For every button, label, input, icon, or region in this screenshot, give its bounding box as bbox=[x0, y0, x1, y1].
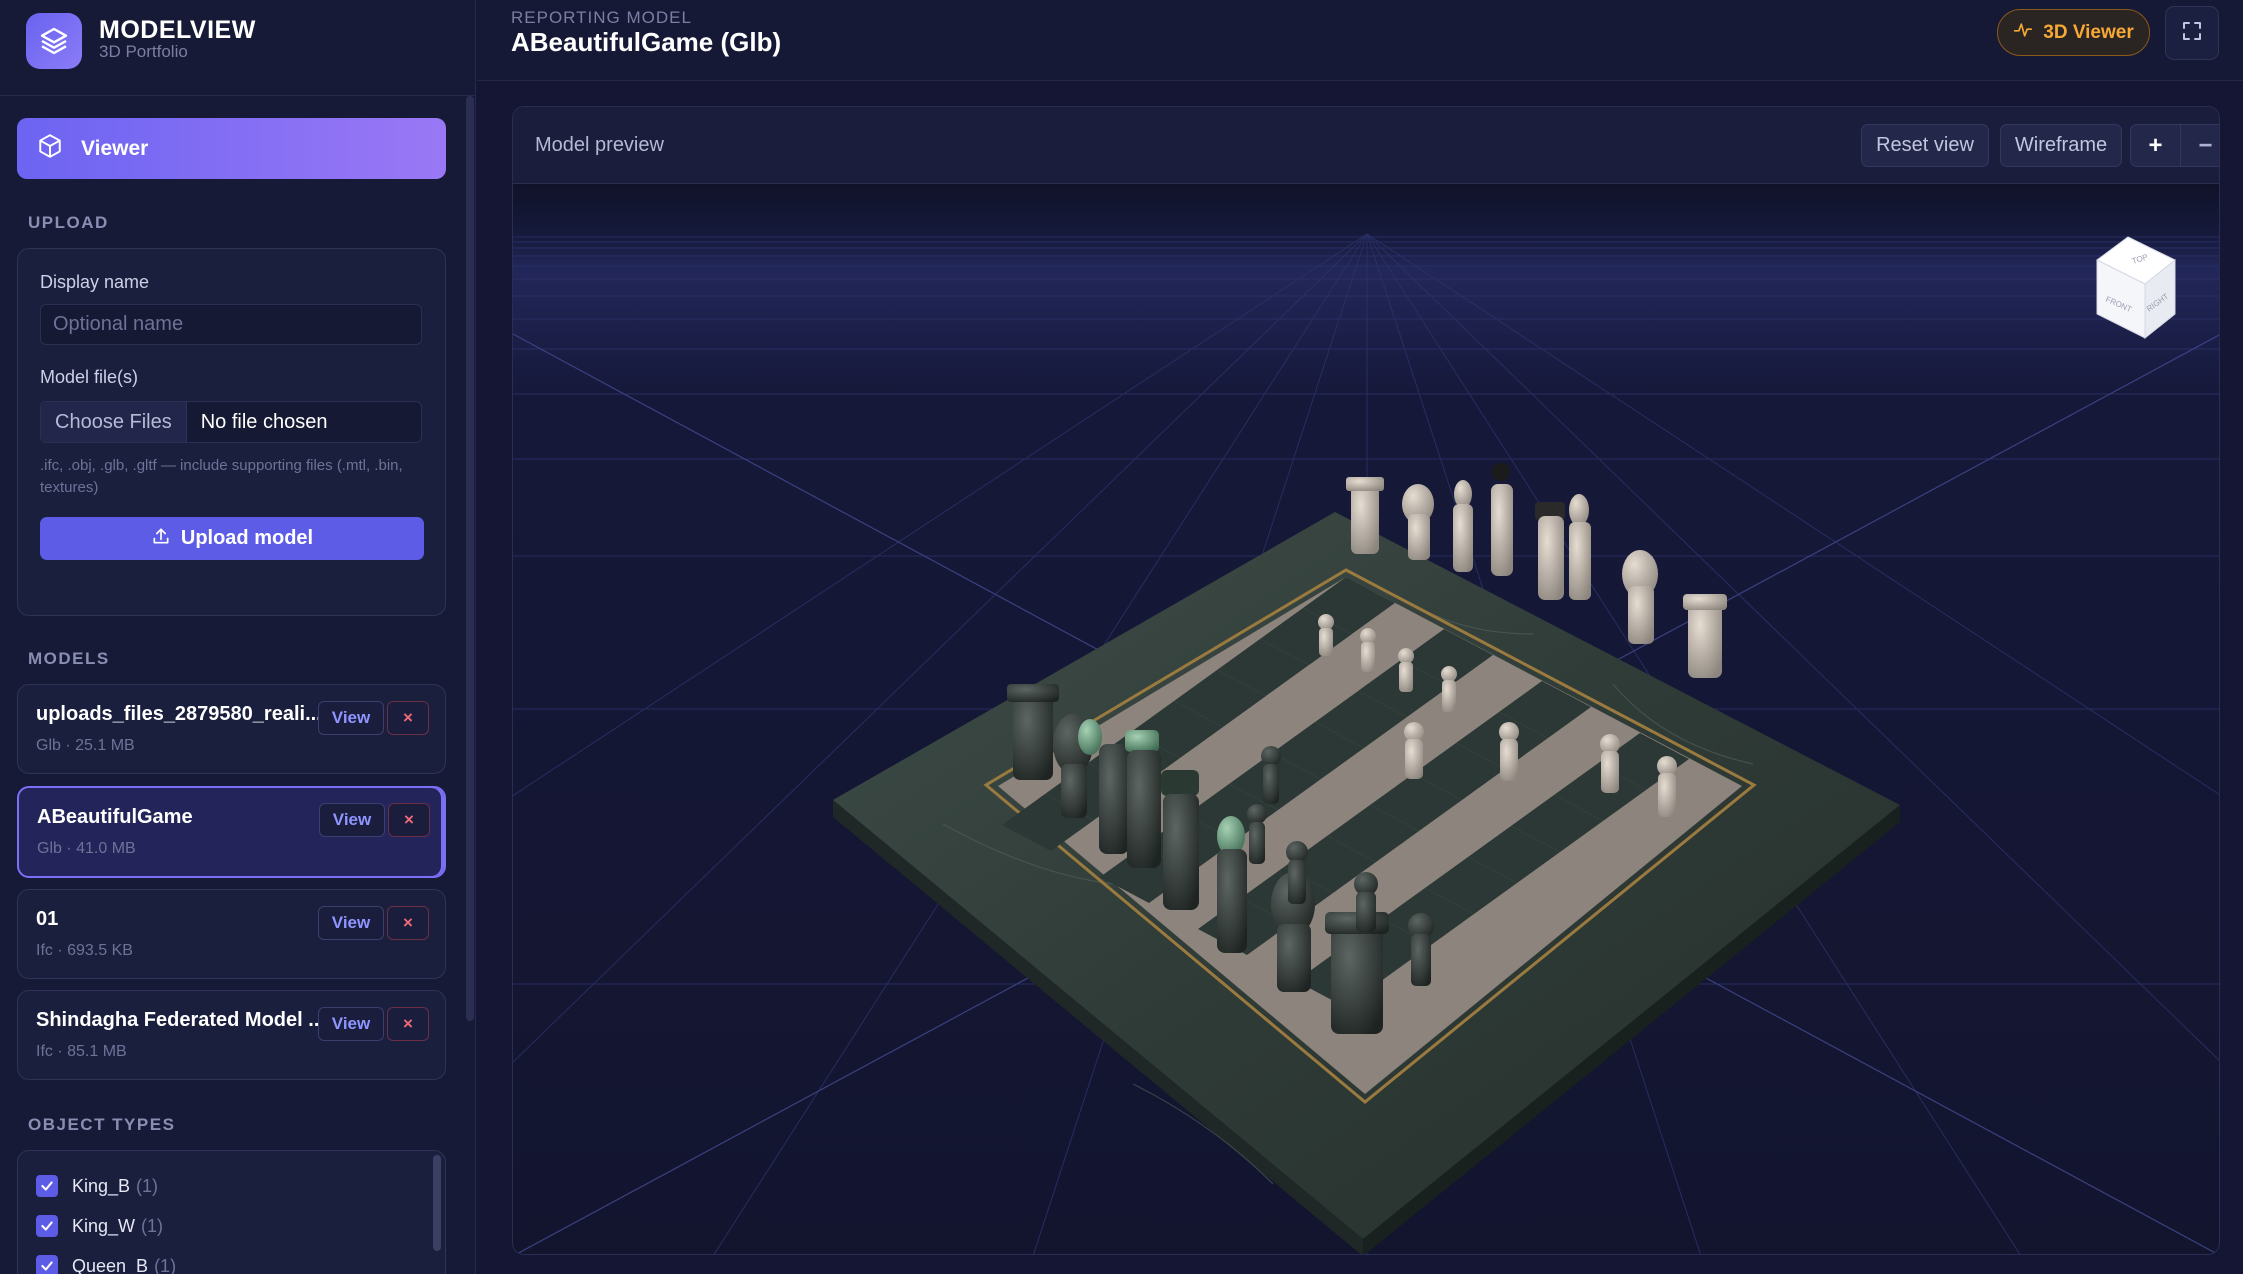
preview-toolbar: Model preview Reset view Wireframe + − bbox=[513, 107, 2219, 184]
view-model-button[interactable]: View bbox=[318, 701, 384, 735]
model-meta: Glb · 41.0 MB bbox=[37, 840, 136, 857]
object-type-count: (1) bbox=[154, 1255, 177, 1274]
object-type-row[interactable]: Queen_B (1) bbox=[36, 1255, 176, 1274]
model-name: Shindagha Federated Model ... bbox=[36, 1009, 325, 1031]
reset-view-button[interactable]: Reset view bbox=[1861, 124, 1989, 167]
sidebar: MODELVIEW 3D Portfolio Viewer UPLOAD Dis… bbox=[0, 0, 476, 1274]
model-meta: Ifc · 85.1 MB bbox=[36, 1043, 127, 1060]
upload-section-label: UPLOAD bbox=[28, 213, 109, 232]
top-bar: REPORTING MODEL ABeautifulGame (Glb) 3D … bbox=[477, 0, 2243, 81]
activity-icon bbox=[2013, 20, 2033, 46]
nav-viewer-button[interactable]: Viewer bbox=[17, 118, 446, 179]
nav-viewer-label: Viewer bbox=[81, 136, 149, 160]
model-name: 01 bbox=[36, 908, 59, 930]
upload-model-label: Upload model bbox=[180, 527, 314, 549]
model-name: uploads_files_2879580_reali... bbox=[36, 703, 322, 725]
upload-model-button[interactable]: Upload model bbox=[40, 517, 424, 560]
view-model-button[interactable]: View bbox=[319, 803, 385, 837]
brand-subtitle: 3D Portfolio bbox=[99, 42, 188, 61]
object-types-card: King_B (1) King_W (1) Queen_B (1) bbox=[17, 1150, 446, 1274]
view-model-button[interactable]: View bbox=[318, 906, 384, 940]
delete-model-button[interactable]: × bbox=[388, 803, 430, 837]
fullscreen-icon bbox=[2180, 19, 2204, 48]
model-name: ABeautifulGame bbox=[37, 806, 193, 828]
object-type-count: (1) bbox=[136, 1175, 159, 1196]
object-type-row[interactable]: King_B (1) bbox=[36, 1175, 158, 1197]
brand-title: MODELVIEW bbox=[99, 16, 256, 44]
cube-icon bbox=[37, 133, 63, 165]
display-name-input[interactable] bbox=[40, 304, 422, 345]
checkbox[interactable] bbox=[36, 1215, 58, 1237]
page-title: ABeautifulGame (Glb) bbox=[511, 27, 782, 57]
3d-viewer-label: 3D Viewer bbox=[2043, 21, 2134, 43]
no-file-text: No file chosen bbox=[200, 410, 328, 433]
fullscreen-button[interactable] bbox=[2165, 6, 2219, 60]
upload-card: Display name Model file(s) Choose Files … bbox=[17, 248, 446, 616]
object-type-name: Queen_B bbox=[72, 1255, 149, 1274]
model-meta: Ifc · 693.5 KB bbox=[36, 942, 133, 959]
delete-model-button[interactable]: × bbox=[387, 701, 429, 735]
checkbox[interactable] bbox=[36, 1255, 58, 1274]
checkbox[interactable] bbox=[36, 1175, 58, 1197]
layers-logo-icon bbox=[26, 13, 82, 69]
3d-viewer-badge[interactable]: 3D Viewer bbox=[1997, 9, 2150, 56]
delete-model-button[interactable]: × bbox=[387, 1007, 429, 1041]
model-card[interactable]: Shindagha Federated Model ... Ifc · 85.1… bbox=[17, 990, 446, 1080]
preview-title: Model preview bbox=[535, 134, 664, 156]
model-file-input[interactable]: Choose Files No file chosen bbox=[40, 401, 422, 443]
zoom-controls: + − bbox=[2130, 124, 2219, 167]
model-card-active[interactable]: ABeautifulGame Glb · 41.0 MB View × bbox=[17, 786, 446, 878]
choose-files-button[interactable]: Choose Files bbox=[41, 402, 187, 442]
object-types-section-label: OBJECT TYPES bbox=[28, 1115, 176, 1134]
main-area: REPORTING MODEL ABeautifulGame (Glb) 3D … bbox=[477, 0, 2243, 1274]
view-model-button[interactable]: View bbox=[318, 1007, 384, 1041]
zoom-in-button[interactable]: + bbox=[2131, 125, 2180, 166]
object-type-name: King_W bbox=[72, 1215, 136, 1236]
upload-icon bbox=[151, 526, 171, 552]
delete-model-button[interactable]: × bbox=[387, 906, 429, 940]
zoom-out-button[interactable]: − bbox=[2180, 125, 2219, 166]
3d-viewport[interactable]: TOP FRONT RIGHT bbox=[513, 184, 2220, 1255]
sidebar-scrollbar[interactable] bbox=[466, 96, 474, 1021]
brand-header: MODELVIEW 3D Portfolio bbox=[0, 0, 475, 96]
wireframe-button[interactable]: Wireframe bbox=[2000, 124, 2122, 167]
object-type-row[interactable]: King_W (1) bbox=[36, 1215, 163, 1237]
reporting-model-kicker: REPORTING MODEL bbox=[511, 8, 692, 27]
file-format-hint: .ifc, .obj, .glb, .gltf — include suppor… bbox=[40, 457, 403, 496]
models-section-label: MODELS bbox=[28, 649, 110, 668]
object-type-name: King_B bbox=[72, 1175, 131, 1196]
model-preview-panel: Model preview Reset view Wireframe + − T… bbox=[512, 106, 2220, 1255]
model-card[interactable]: uploads_files_2879580_reali... Glb · 25.… bbox=[17, 684, 446, 774]
object-types-scrollbar[interactable] bbox=[433, 1155, 441, 1251]
display-name-label: Display name bbox=[40, 272, 150, 292]
model-files-label: Model file(s) bbox=[40, 367, 139, 387]
model-card[interactable]: 01 Ifc · 693.5 KB View × bbox=[17, 889, 446, 979]
object-type-count: (1) bbox=[141, 1215, 164, 1236]
model-meta: Glb · 25.1 MB bbox=[36, 737, 135, 754]
